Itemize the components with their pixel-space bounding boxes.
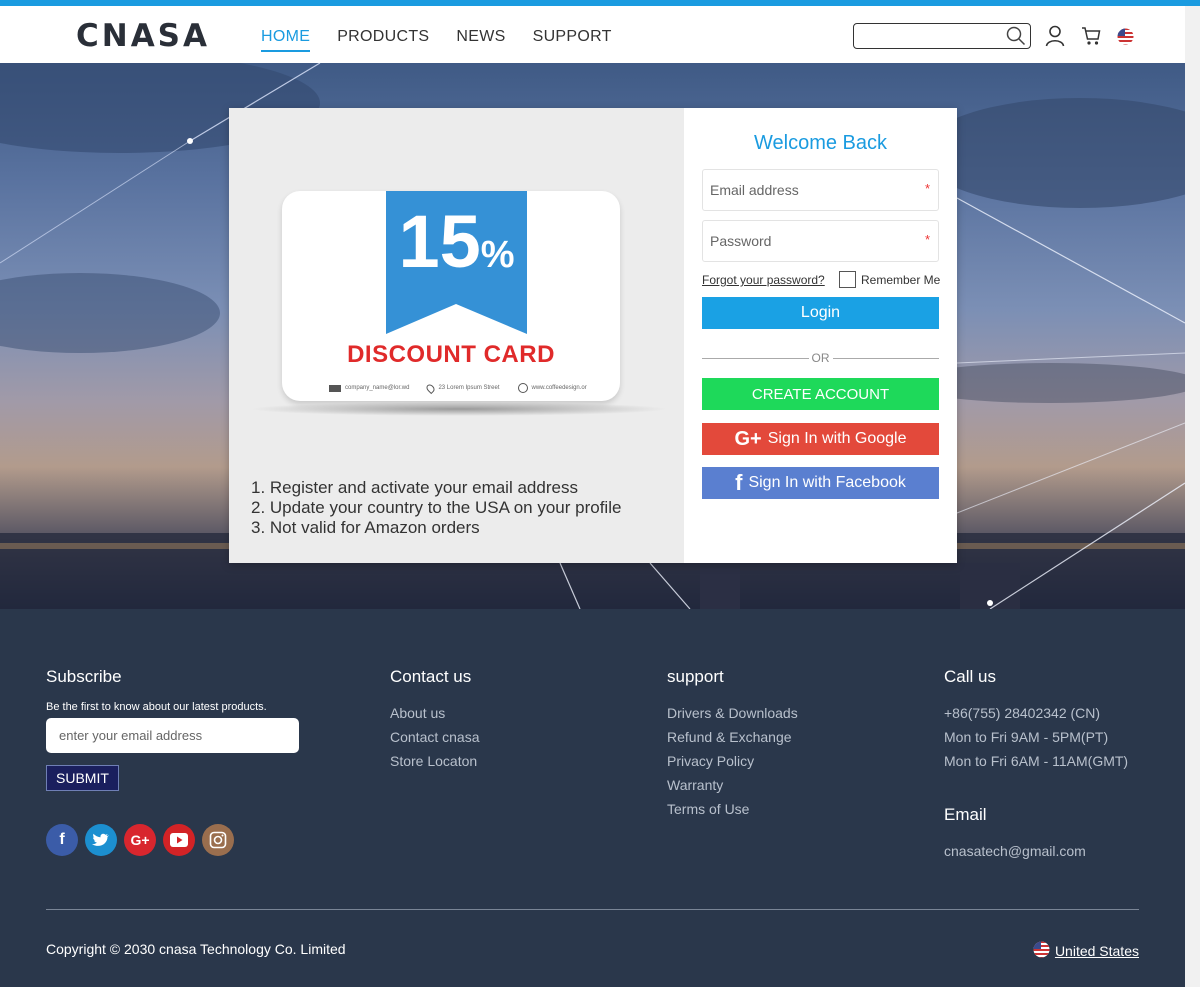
promo-steps: 1. Register and activate your email addr… [251, 478, 621, 538]
promo-step: 2. Update your country to the USA on you… [251, 498, 622, 517]
nav-home[interactable]: HOME [261, 28, 311, 52]
footer-divider [46, 909, 1139, 910]
hours-pt: Mon to Fri 9AM - 5PM(PT) [944, 729, 1109, 745]
card-shadow [249, 402, 669, 416]
footer-link[interactable]: Warranty [667, 773, 798, 797]
password-field-wrap: * [702, 220, 939, 262]
us-flag-icon [1033, 941, 1050, 961]
footer-link[interactable]: Refund & Exchange [667, 725, 798, 749]
region-label: United States [1054, 943, 1139, 959]
footer-link[interactable]: Drivers & Downloads [667, 701, 798, 725]
email-field[interactable] [710, 170, 915, 210]
scrollbar[interactable] [1185, 6, 1200, 987]
header: CNASA HOME PRODUCTS NEWS SUPPORT [0, 6, 1185, 63]
login-panel: 15% DISCOUNT CARD company_name@lor.wd 23… [229, 108, 957, 563]
promo-step: 3. Not valid for Amazon orders [251, 518, 480, 537]
footer-support: support Drivers & Downloads Refund & Exc… [667, 667, 798, 821]
youtube-icon[interactable] [163, 824, 195, 856]
hours-gmt: Mon to Fri 6AM - 11AM(GMT) [944, 753, 1129, 769]
email-field-wrap: * [702, 169, 939, 211]
password-field[interactable] [710, 221, 915, 261]
footer-subscribe: Subscribe Be the first to know about our… [46, 667, 299, 791]
copyright: Copyright © 2030 cnasa Technology Co. Li… [46, 941, 346, 957]
instagram-icon[interactable] [202, 824, 234, 856]
facebook-icon[interactable]: f [46, 824, 78, 856]
region-selector[interactable]: United States [1033, 941, 1139, 961]
user-icon[interactable] [1045, 25, 1065, 52]
support-title: support [667, 667, 724, 686]
card-footer-email-text: company_name@lor.wd [345, 385, 410, 391]
facebook-signin-button[interactable]: f Sign In with Facebook [702, 467, 939, 499]
subscribe-title: Subscribe [46, 667, 122, 686]
card-footer-email: company_name@lor.wd [329, 384, 410, 392]
login-button[interactable]: Login [702, 297, 939, 329]
nav-products[interactable]: PRODUCTS [337, 28, 429, 52]
search-input[interactable] [860, 24, 1005, 48]
create-account-button[interactable]: CREATE ACCOUNT [702, 378, 939, 410]
nav-news[interactable]: NEWS [456, 28, 505, 52]
or-label: OR [811, 351, 830, 365]
email-address-link[interactable]: cnasatech@gmail.com [944, 839, 1128, 863]
twitter-icon[interactable] [85, 824, 117, 856]
card-footer-web: www.coffeedesign.or [517, 383, 587, 393]
phone-number: +86(755) 28402342 (CN) [944, 705, 1101, 721]
google-plus-icon[interactable]: G+ [124, 824, 156, 856]
forgot-password-link[interactable]: Forgot your password? [702, 273, 825, 287]
footer-link[interactable]: Terms of Use [667, 797, 798, 821]
login-form: Welcome Back * * Forgot your password? R… [684, 108, 957, 563]
discount-title: DISCOUNT CARD [347, 341, 555, 368]
or-divider: OR [702, 351, 939, 365]
footer-link[interactable]: Privacy Policy [667, 749, 798, 773]
email-title: Email [944, 805, 987, 824]
logo[interactable]: CNASA [76, 18, 210, 54]
subscribe-submit-button[interactable]: SUBMIT [46, 765, 119, 791]
card-footer-address-text: 23 Lorem Ipsum Street [438, 385, 500, 391]
percent-sign: % [480, 234, 515, 276]
contact-title: Contact us [390, 667, 472, 686]
card-footer-address: 23 Lorem Ipsum Street [425, 382, 500, 394]
footer-call: Call us +86(755) 28402342 (CN) Mon to Fr… [944, 667, 1128, 863]
cart-icon[interactable] [1081, 25, 1101, 52]
footer-link[interactable]: About us [390, 701, 480, 725]
footer-contact: Contact us About us Contact cnasa Store … [390, 667, 480, 773]
login-title: Welcome Back [753, 132, 887, 154]
card-footer: company_name@lor.wd 23 Lorem Ipsum Stree… [329, 382, 587, 394]
us-flag-icon[interactable] [1117, 28, 1134, 50]
search-box [853, 23, 1031, 49]
discount-card: 15% DISCOUNT CARD company_name@lor.wd 23… [282, 191, 620, 401]
facebook-signin-label: Sign In with Facebook [748, 474, 906, 491]
required-mark: * [924, 232, 930, 247]
remember-me-label: Remember Me [861, 272, 941, 287]
nav-support[interactable]: SUPPORT [533, 28, 612, 52]
globe-icon [517, 383, 528, 393]
footer: Subscribe Be the first to know about our… [0, 609, 1185, 987]
social-links: f G+ [46, 824, 234, 856]
main-nav: HOME PRODUCTS NEWS SUPPORT [261, 28, 612, 52]
google-plus-icon: G+ [734, 427, 762, 450]
subscribe-text: Be the first to know about our latest pr… [46, 701, 267, 713]
discount-percent: 15% [386, 205, 527, 279]
search-icon[interactable] [1006, 26, 1026, 51]
facebook-icon: f [735, 470, 743, 495]
pin-icon [425, 382, 437, 394]
subscribe-email-input[interactable] [46, 718, 299, 753]
percent-value: 15 [398, 200, 481, 283]
call-title: Call us [944, 667, 996, 686]
promo-section: 15% DISCOUNT CARD company_name@lor.wd 23… [229, 108, 684, 563]
google-signin-label: Sign In with Google [767, 430, 907, 447]
remember-me-checkbox[interactable] [839, 271, 856, 288]
card-footer-web-text: www.coffeedesign.or [531, 385, 587, 391]
google-signin-button[interactable]: G+ Sign In with Google [702, 423, 939, 455]
footer-link[interactable]: Contact cnasa [390, 725, 480, 749]
remember-me[interactable]: Remember Me [839, 271, 940, 288]
mail-icon [329, 384, 341, 392]
required-mark: * [924, 181, 930, 196]
promo-step: 1. Register and activate your email addr… [251, 478, 578, 497]
footer-link[interactable]: Store Locaton [390, 749, 480, 773]
